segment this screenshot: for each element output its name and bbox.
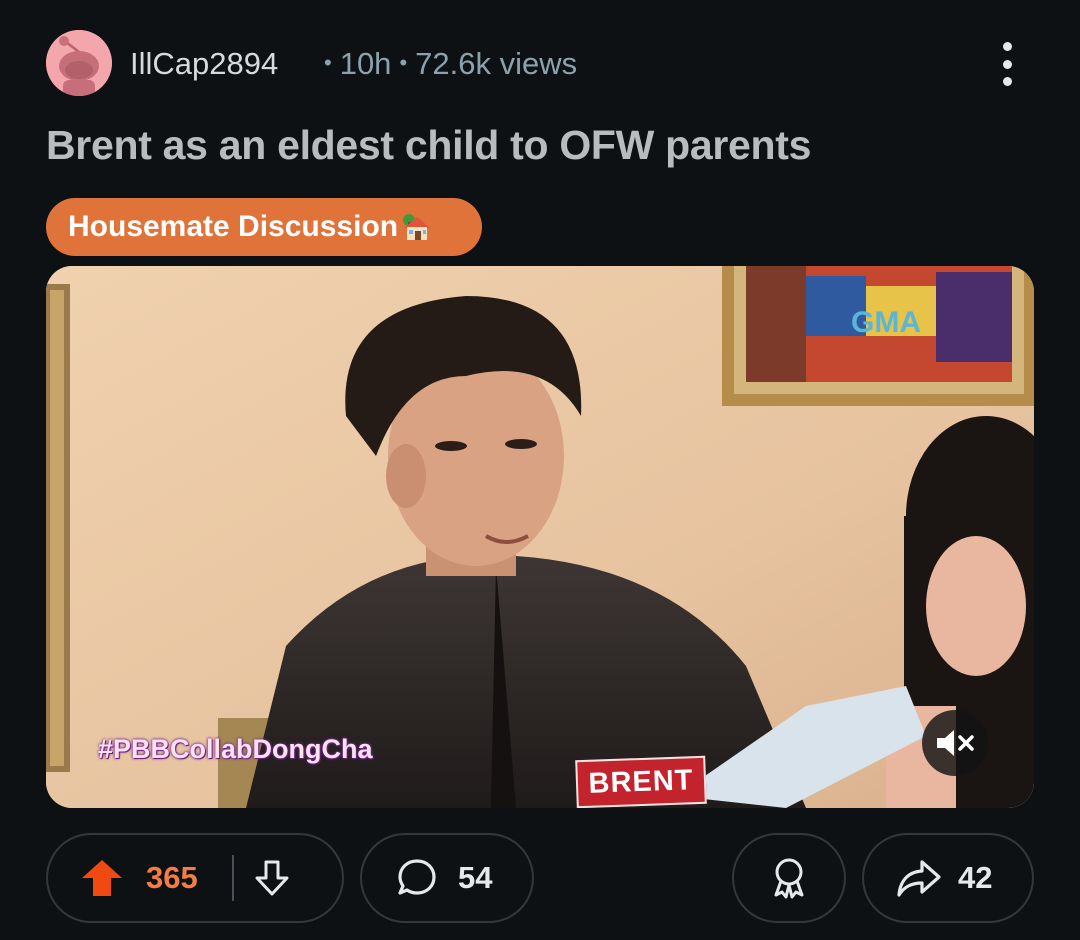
post-views: 72.6k views [415, 46, 578, 81]
more-dot [1002, 42, 1012, 51]
snoo-avatar-icon [46, 30, 112, 96]
flair-label: Housemate Discussion [68, 210, 399, 243]
unmute-button[interactable] [922, 710, 988, 776]
comment-count: 54 [458, 860, 493, 895]
downvote-icon[interactable] [252, 858, 292, 898]
author-username[interactable]: IllCap2894 [130, 46, 278, 82]
house-emoji-icon [403, 214, 431, 240]
share-arrow-icon [897, 860, 941, 897]
share-button[interactable]: 42 [862, 833, 1034, 923]
meta-separator: • [324, 50, 332, 75]
comment-bubble-icon [398, 859, 436, 895]
more-options-button[interactable] [990, 38, 1024, 90]
more-dot [1002, 59, 1012, 69]
watermark-text: GMA [851, 306, 921, 339]
meta-separator: • [399, 50, 408, 75]
vote-control: 365 [46, 833, 344, 923]
comments-button[interactable]: 54 [360, 833, 534, 923]
muted-speaker-icon [937, 730, 974, 756]
post-flair[interactable]: Housemate Discussion [46, 198, 482, 256]
more-dot [1002, 77, 1012, 86]
share-count: 42 [958, 860, 993, 895]
author-avatar[interactable] [46, 30, 112, 96]
video-player[interactable]: GMA BRENT [46, 266, 1034, 808]
award-button[interactable] [732, 833, 846, 923]
post-age: 10h [339, 46, 392, 81]
vote-score: 365 [146, 860, 198, 895]
award-icon [774, 858, 804, 899]
post-meta: • 10h • 72.6k views [316, 46, 577, 82]
video-frame: GMA [46, 266, 1034, 808]
post-title[interactable]: Brent as an eldest child to OFW parents [46, 122, 811, 169]
upvote-icon[interactable] [80, 858, 124, 898]
name-tag: BRENT [575, 755, 707, 808]
vote-divider [231, 855, 234, 901]
video-hashtag-caption: #PBBCollabDongCha [98, 734, 373, 764]
